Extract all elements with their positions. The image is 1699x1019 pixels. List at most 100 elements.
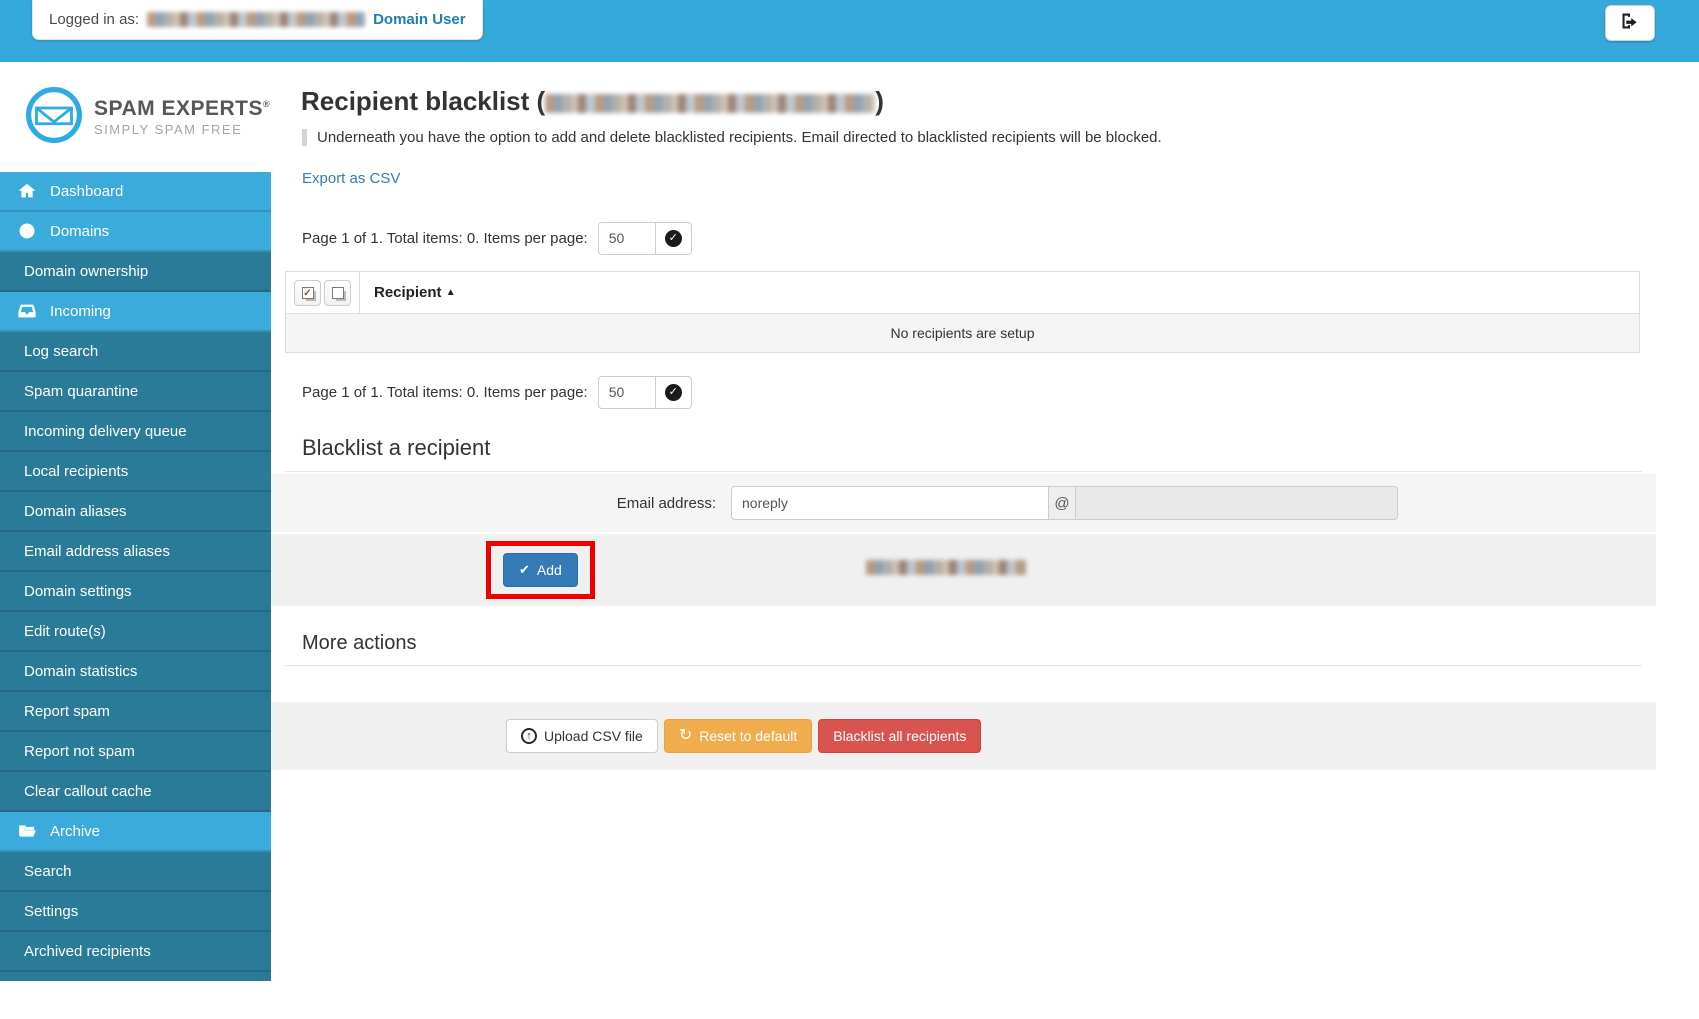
sidebar-item-clear-callout-cache[interactable]: Clear callout cache	[0, 772, 271, 812]
more-actions-heading: More actions	[302, 632, 417, 654]
sidebar-item-incoming[interactable]: Incoming	[0, 292, 271, 332]
apply-per-page-button[interactable]: ✓	[655, 375, 692, 409]
sidebar-item-spam-quarantine[interactable]: Spam quarantine	[0, 372, 271, 412]
sidebar-item-settings[interactable]: Settings	[0, 892, 271, 932]
top-bar: Logged in as: Domain User	[0, 0, 1699, 62]
sidebar-item-domain-statistics[interactable]: Domain statistics	[0, 652, 271, 692]
email-domain-input-disabled	[1076, 486, 1398, 520]
email-local-part-input[interactable]	[731, 486, 1049, 520]
home-icon	[18, 182, 36, 200]
logout-button[interactable]	[1605, 5, 1655, 41]
email-form-row: Email address: @	[271, 474, 1656, 532]
sidebar-item-report-not-spam[interactable]: Report not spam	[0, 732, 271, 772]
sidebar-item-log-search[interactable]: Log search	[0, 332, 271, 372]
brand-tagline: SIMPLY SPAM FREE	[94, 122, 243, 137]
sidebar-item-report-spam[interactable]: Report spam	[0, 692, 271, 732]
sidebar-item-domains[interactable]: Domains	[0, 212, 271, 252]
logo: SPAM EXPERTS® SIMPLY SPAM FREE	[0, 62, 271, 172]
logged-in-role: Domain User	[373, 11, 466, 28]
empty-checkbox-icon	[331, 286, 344, 299]
logout-icon	[1619, 11, 1641, 36]
export-csv-link[interactable]: Export as CSV	[302, 170, 400, 187]
sidebar-item-search[interactable]: Search	[0, 852, 271, 892]
pagination-bottom: Page 1 of 1. Total items: 0. Items per p…	[302, 375, 1656, 409]
apply-per-page-button[interactable]: ✓	[655, 221, 692, 255]
select-all-button[interactable]: ✓	[294, 279, 321, 306]
sidebar-item-edit-routes[interactable]: Edit route(s)	[0, 612, 271, 652]
sidebar-item-label: Domain aliases	[24, 502, 127, 520]
sidebar-item-label: Incoming	[50, 302, 111, 320]
logged-in-email-redacted	[147, 12, 366, 27]
sidebar-item-label: Incoming delivery queue	[24, 422, 187, 440]
sidebar-item-archived-recipients[interactable]: Archived recipients	[0, 932, 271, 972]
empty-message: No recipients are setup	[285, 313, 1640, 353]
sidebar-item-label: Spam quarantine	[24, 382, 139, 400]
checked-checkbox-icon: ✓	[301, 286, 314, 299]
upload-csv-button[interactable]: ↑ Upload CSV file	[506, 719, 658, 753]
sidebar-item-label: Domains	[50, 222, 110, 240]
pagination-top: Page 1 of 1. Total items: 0. Items per p…	[302, 221, 1656, 255]
pagination-text: Page 1 of 1. Total items: 0. Items per p…	[302, 229, 588, 247]
items-per-page-input[interactable]	[597, 375, 656, 409]
at-sign-addon: @	[1049, 486, 1076, 520]
reset-default-button[interactable]: ↻ Reset to default	[663, 719, 813, 753]
sidebar-item-local-recipients[interactable]: Local recipients	[0, 452, 271, 492]
spamexperts-logo-icon	[26, 86, 82, 148]
folder-open-icon	[18, 822, 36, 840]
brand-name: SPAM EXPERTS®	[94, 97, 271, 120]
sidebar-item-archive[interactable]: Archive	[0, 812, 271, 852]
sidebar-item-label: Domain statistics	[24, 662, 138, 680]
sidebar-item-domain-aliases[interactable]: Domain aliases	[0, 492, 271, 532]
sidebar-item-label: Clear callout cache	[24, 782, 152, 800]
refresh-icon: ↻	[678, 727, 693, 744]
sidebar-item-label: Archive	[50, 822, 101, 840]
more-actions-row: ↑ Upload CSV file ↻ Reset to default Black…	[271, 702, 1656, 770]
table-empty-row: No recipients are setup	[285, 313, 1640, 353]
sidebar-item-domain-ownership[interactable]: Domain ownership	[0, 252, 271, 292]
page-title: Recipient blacklist ()	[301, 86, 884, 116]
sidebar-item-label: Report not spam	[24, 742, 135, 760]
sidebar-item-partial[interactable]	[0, 972, 271, 981]
sort-ascending-icon: ▲	[445, 287, 456, 298]
recipient-table: ✓ Recipient ▲ No recipients are setup	[285, 271, 1640, 353]
email-domain-redacted	[866, 560, 1026, 576]
sidebar-item-label: Settings	[24, 902, 79, 920]
sidebar-item-label: Search	[24, 862, 72, 880]
sidebar-item-label: Domain settings	[24, 582, 132, 600]
selection-cell: ✓	[285, 271, 360, 314]
sidebar-item-label: Local recipients	[24, 462, 129, 480]
sidebar-item-label: Log search	[24, 342, 99, 360]
sidebar-item-incoming-delivery-queue[interactable]: Incoming delivery queue	[0, 412, 271, 452]
divider	[285, 665, 1642, 666]
page-description: Underneath you have the option to add an…	[302, 129, 1656, 146]
add-button[interactable]: ✔ Add	[503, 553, 578, 587]
sidebar-item-label: Dashboard	[50, 182, 124, 200]
upload-icon: ↑	[521, 728, 537, 744]
check-circle-icon: ✓	[664, 229, 682, 247]
inbox-icon	[18, 302, 36, 320]
sidebar: SPAM EXPERTS® SIMPLY SPAM FREE Dashboard…	[0, 62, 271, 1019]
main-content: Recipient blacklist () Underneath you ha…	[271, 62, 1656, 1019]
highlight-box: ✔ Add	[486, 541, 595, 599]
check-icon: ✔	[519, 562, 530, 577]
domain-redacted	[545, 93, 876, 113]
recipient-column-header[interactable]: Recipient ▲	[359, 271, 1640, 314]
sidebar-item-email-address-aliases[interactable]: Email address aliases	[0, 532, 271, 572]
globe-icon	[18, 222, 36, 240]
sidebar-item-label: Domain ownership	[24, 262, 149, 280]
sidebar-item-dashboard[interactable]: Dashboard	[0, 172, 271, 212]
logged-in-label: Logged in as:	[49, 11, 140, 28]
sidebar-item-label: Edit route(s)	[24, 622, 106, 640]
sidebar-menu: Dashboard Domains Domain ownership Incom…	[0, 172, 271, 981]
deselect-all-button[interactable]	[324, 279, 351, 306]
email-address-label: Email address:	[616, 494, 716, 512]
check-circle-icon: ✓	[664, 383, 682, 401]
items-per-page-input[interactable]	[597, 221, 656, 255]
blacklist-all-button[interactable]: Blacklist all recipients	[818, 719, 982, 753]
sidebar-item-label: Report spam	[24, 702, 110, 720]
pagination-text: Page 1 of 1. Total items: 0. Items per p…	[302, 383, 588, 401]
sidebar-item-domain-settings[interactable]: Domain settings	[0, 572, 271, 612]
sidebar-item-label: Archived recipients	[24, 942, 151, 960]
divider	[285, 471, 1642, 472]
blacklist-form-heading: Blacklist a recipient	[302, 435, 491, 460]
